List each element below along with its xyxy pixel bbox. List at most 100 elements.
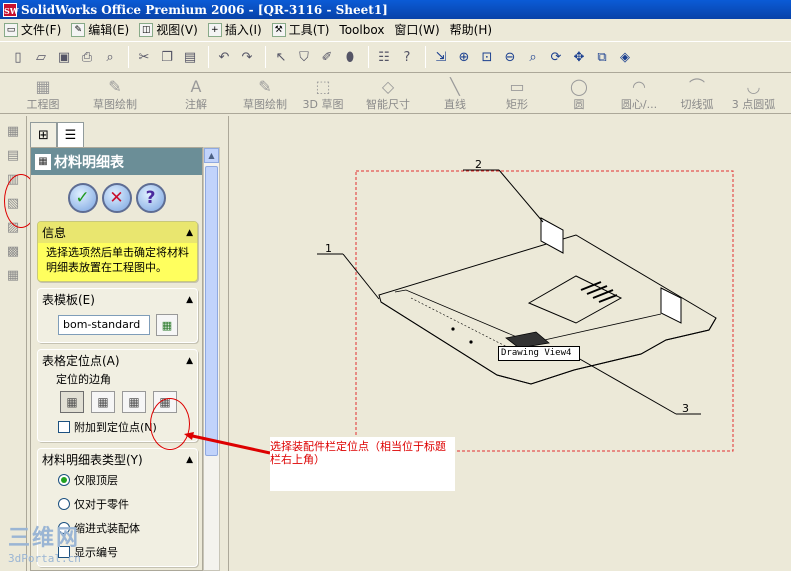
- menu-insert[interactable]: + 插入(I): [207, 21, 262, 38]
- sketch-icon: ✎: [258, 77, 272, 96]
- panel-title: 材料明细表: [54, 154, 124, 171]
- hole-table-icon[interactable]: ▤: [4, 146, 22, 164]
- standard-toolbar: ▯ ▱ ▣ ⎙ ⌕ ✂ ❐ ▤ ↶ ↷ ↖ ⛉ ✐ ⬮ ☷ ? ⇲ ⊕ ⊡ ⊖ …: [0, 41, 791, 73]
- zoom-to-fit-icon[interactable]: ⊕: [454, 47, 474, 67]
- action-buttons: ✓ ✕ ?: [31, 183, 202, 215]
- print-preview-icon[interactable]: ⌕: [100, 47, 120, 67]
- title-bar: SW SolidWorks Office Premium 2006 - [QR-…: [0, 0, 791, 19]
- rotate-icon[interactable]: ⟳: [546, 47, 566, 67]
- centerpoint-arc-icon: ◠: [632, 77, 646, 96]
- cancel-button[interactable]: ✕: [101, 183, 132, 213]
- anchor-corner-label: 定位的边角: [56, 373, 111, 386]
- rebuild-icon[interactable]: ⬮: [340, 47, 360, 67]
- sketch-icon[interactable]: ✐: [317, 47, 337, 67]
- toolbar-divider: [368, 46, 369, 68]
- cm-3point-arc[interactable]: ◡ 3 点圆弧: [726, 74, 781, 114]
- tools-icon: ⚒: [271, 22, 286, 37]
- menu-toolbox[interactable]: Toolbox: [339, 23, 384, 37]
- info-header[interactable]: 信息 ▲: [38, 222, 197, 243]
- select-filter-icon[interactable]: ⛉: [294, 47, 314, 67]
- help-icon[interactable]: ?: [397, 47, 417, 67]
- table-corner-icon: ▦: [66, 395, 78, 409]
- bom-type-option[interactable]: 仅限顶层: [38, 470, 197, 494]
- tab-property-manager[interactable]: ☰: [57, 122, 84, 147]
- zoom-in-out-icon[interactable]: ⊖: [500, 47, 520, 67]
- previous-view-icon[interactable]: ⧉: [592, 47, 612, 67]
- hole: [469, 340, 473, 344]
- pan-arrow-icon[interactable]: ⇲: [431, 47, 451, 67]
- select-icon[interactable]: ↖: [271, 47, 291, 67]
- anchor-header[interactable]: 表格定位点(A) ▲: [38, 350, 197, 371]
- corner-bottom-left-button[interactable]: ▦: [122, 391, 146, 413]
- table-icon[interactable]: ▦: [4, 122, 22, 140]
- menu-help[interactable]: 帮助(H): [450, 21, 492, 38]
- smart-dimension-icon: ◇: [381, 77, 395, 96]
- menu-bar: ▭ 文件(F) ✎ 编辑(E) ◫ 视图(V) + 插入(I) ⚒ 工具(T) Toolb…: [0, 19, 791, 40]
- save-icon[interactable]: ▣: [54, 47, 74, 67]
- scroll-up-icon[interactable]: ▲: [204, 148, 219, 163]
- scroll-thumb[interactable]: [205, 166, 218, 456]
- print-icon[interactable]: ⎙: [77, 47, 97, 67]
- cm-drawing[interactable]: ▦ 工程图: [12, 74, 74, 114]
- panel-scrollbar[interactable]: ▲: [203, 147, 220, 571]
- view-orientation-icon[interactable]: ◈: [615, 47, 635, 67]
- cm-tangent-arc[interactable]: ⌒ 切线弧: [668, 74, 726, 114]
- cut-icon[interactable]: ✂: [134, 47, 154, 67]
- attach-to-anchor-checkbox[interactable]: [58, 421, 70, 433]
- watermark-url: 3dPortal.cn: [8, 552, 81, 565]
- cm-rectangle[interactable]: ▭ 矩形: [486, 74, 548, 114]
- general-table-icon[interactable]: ▦: [4, 266, 22, 284]
- close-icon: ✕: [109, 188, 124, 208]
- cm-circle[interactable]: ◯ 圆: [548, 74, 610, 114]
- bom-icon: ▦: [35, 153, 51, 170]
- file-icon: ▭: [4, 22, 18, 37]
- paste-icon[interactable]: ▤: [180, 47, 200, 67]
- cm-sketch-2[interactable]: ✎ 草图绘制: [236, 74, 294, 114]
- annotation-line: [187, 433, 271, 455]
- drawing-view[interactable]: 1 2 3: [231, 118, 791, 571]
- cm-smart-dimension[interactable]: ◇ 智能尺寸: [352, 74, 424, 114]
- menu-view[interactable]: ◫ 视图(V): [139, 21, 198, 38]
- zoom-to-selection-icon[interactable]: ⌕: [523, 47, 543, 67]
- copy-icon[interactable]: ❐: [157, 47, 177, 67]
- cm-centerpoint-arc[interactable]: ◠ 圆心/...: [610, 74, 668, 114]
- new-document-icon[interactable]: ▯: [8, 47, 28, 67]
- panel-header: ▦ 材料明细表: [31, 148, 202, 175]
- tab-feature-manager[interactable]: ⊞: [30, 122, 57, 147]
- bom-type-option[interactable]: 仅对于零件: [38, 494, 197, 518]
- solidworks-logo-icon: SW: [3, 2, 19, 17]
- template-header[interactable]: 表模板(E) ▲: [38, 289, 197, 310]
- annotation-icon: A: [190, 77, 202, 96]
- ok-button[interactable]: ✓: [67, 183, 98, 213]
- open-template-button[interactable]: ▦: [156, 314, 178, 336]
- annotation-arrow: [184, 432, 271, 455]
- pan-icon[interactable]: ✥: [569, 47, 589, 67]
- cm-annotation[interactable]: A 注解: [156, 74, 236, 114]
- undo-icon[interactable]: ↶: [214, 47, 234, 67]
- circle-icon: ◯: [570, 77, 588, 96]
- radio-selected[interactable]: [58, 474, 70, 486]
- help-button[interactable]: ?: [135, 183, 166, 213]
- design-table-icon[interactable]: ▩: [4, 242, 22, 260]
- zoom-to-area-icon[interactable]: ⊡: [477, 47, 497, 67]
- radio[interactable]: [58, 498, 70, 510]
- template-field[interactable]: bom-standard: [58, 315, 150, 335]
- options-icon[interactable]: ☷: [374, 47, 394, 67]
- menu-window[interactable]: 窗口(W): [394, 21, 439, 38]
- cm-sketch[interactable]: ✎ 草图绘制: [74, 74, 156, 114]
- redo-icon[interactable]: ↷: [237, 47, 257, 67]
- cm-line[interactable]: ╲ 直线: [424, 74, 486, 114]
- 3point-arc-icon: ◡: [746, 77, 761, 96]
- bom-type-header[interactable]: 材料明细表类型(Y) ▲: [38, 449, 197, 470]
- corner-top-right-button[interactable]: ▦: [91, 391, 115, 413]
- hole: [451, 327, 455, 331]
- menu-tools[interactable]: ⚒ 工具(T): [271, 21, 329, 38]
- open-icon[interactable]: ▱: [31, 47, 51, 67]
- corner-top-left-button[interactable]: ▦: [60, 391, 84, 413]
- menu-edit[interactable]: ✎ 编辑(E): [71, 21, 129, 38]
- menu-file[interactable]: ▭ 文件(F): [4, 21, 61, 38]
- toolbar-divider: [128, 46, 129, 68]
- cm-3d-sketch[interactable]: ⬚ 3D 草图: [294, 74, 352, 114]
- feature-tree-icon: ⊞: [38, 127, 49, 143]
- insert-icon: +: [207, 22, 222, 37]
